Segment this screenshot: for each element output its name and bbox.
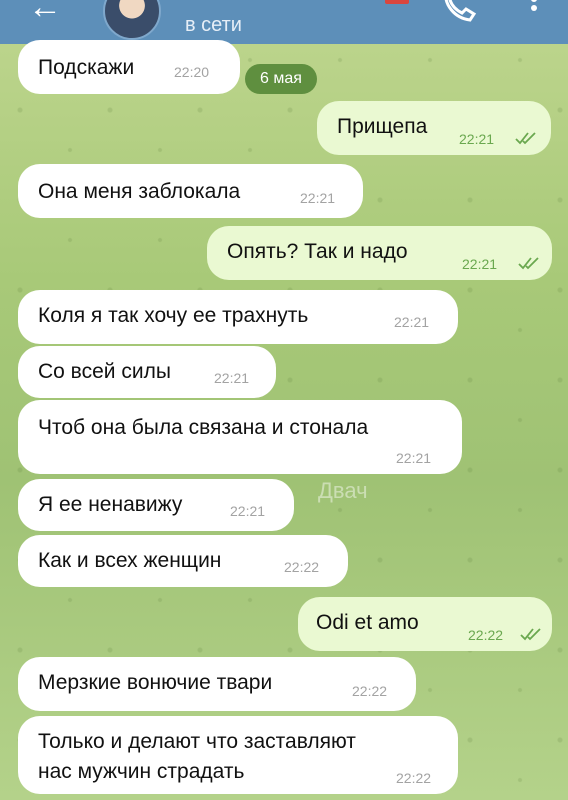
message-time: 22:21 [396,450,432,466]
message-text: Odi et amo [316,611,419,634]
message-text-line: нас мужчин страдать [38,760,245,783]
message-bubble[interactable]: Чтоб она была связана и стонала 22:21 [18,400,462,474]
message-time: 22:21 [300,190,336,206]
message-text: Со всей силы [38,360,171,383]
message-text: Прищепа [337,115,428,138]
message-time: 22:20 [174,64,210,80]
message-time: 22:22 [352,683,388,699]
message-time: 22:21 [462,256,498,272]
online-status: в сети [185,14,242,36]
message-bubble[interactable]: Прищепа 22:21 [317,101,551,155]
message-bubble[interactable]: Мерзкие вонючие твари 22:22 [18,657,416,711]
avatar[interactable] [103,0,161,40]
message-time: 22:21 [214,370,250,386]
watermark: Двач [318,478,368,503]
message-text: Опять? Так и надо [227,240,408,263]
read-ticks-icon [515,132,536,145]
message-text: Подскажи [38,56,135,79]
back-arrow-icon[interactable]: ← [28,0,62,24]
message-time: 22:21 [459,131,495,147]
message-time: 22:21 [230,503,266,519]
message-bubble[interactable]: Как и всех женщин 22:22 [18,535,348,587]
more-options-icon[interactable] [531,0,539,20]
message-text: Мерзкие вонючие твари [38,671,273,694]
message-bubble[interactable]: Я ее ненавижу 22:21 [18,479,294,531]
message-bubble[interactable]: Подскажи 22:20 [18,40,240,94]
message-time: 22:22 [468,627,504,643]
date-divider: 6 мая [245,64,317,94]
message-text: Коля я так хочу ее трахнуть [38,304,309,327]
message-text: Я ее ненавижу [38,493,183,516]
message-text: Чтоб она была связана и стонала [38,416,369,439]
message-text-line: Только и делают что заставляют [38,730,356,753]
chat-header: ← в сети [0,0,568,44]
message-bubble[interactable]: Опять? Так и надо 22:21 [207,226,552,280]
phone-icon[interactable] [436,0,480,28]
message-bubble[interactable]: Odi et amo 22:22 [298,597,552,651]
message-text: Она меня заблокала [38,180,241,203]
message-time: 22:22 [284,559,320,575]
message-bubble[interactable]: Она меня заблокала 22:21 [18,164,363,218]
message-bubble[interactable]: Со всей силы 22:21 [18,346,276,398]
read-ticks-icon [518,257,539,270]
message-bubble[interactable]: Коля я так хочу ее трахнуть 22:21 [18,290,458,344]
message-time: 22:21 [394,314,430,330]
message-bubble[interactable]: Только и делают что заставляют нас мужчи… [18,716,458,794]
message-time: 22:22 [396,770,432,786]
message-text: Как и всех женщин [38,549,222,572]
recording-indicator-icon [385,0,409,4]
read-ticks-icon [520,628,541,641]
